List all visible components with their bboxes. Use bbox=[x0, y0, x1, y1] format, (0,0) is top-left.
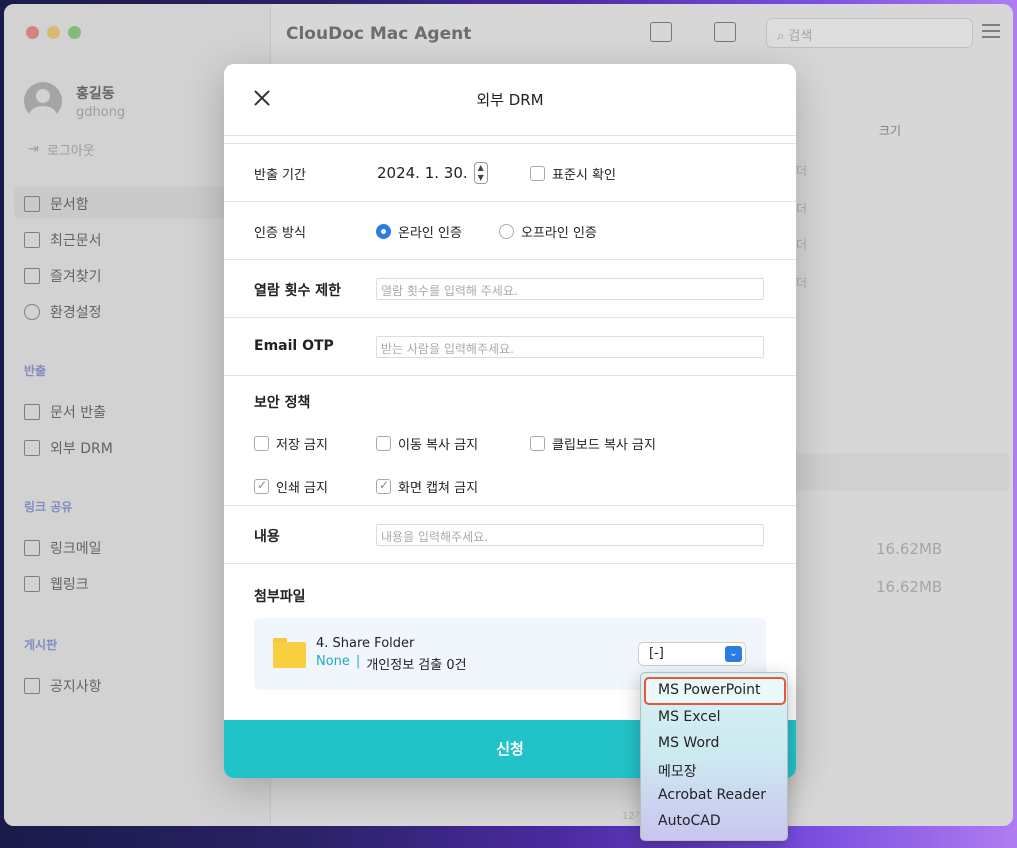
radio-label: 오프라인 인증 bbox=[521, 226, 597, 241]
security-policy-label: 보안 정책 bbox=[254, 395, 311, 411]
checkbox-label: 이동 복사 금지 bbox=[398, 438, 479, 453]
option-ms-word[interactable]: MS Word bbox=[658, 735, 719, 751]
checkbox-label: 저장 금지 bbox=[276, 438, 328, 453]
app-select-dropdown[interactable]: [-] ⌄ bbox=[638, 642, 746, 666]
option-notepad[interactable]: 메모장 bbox=[658, 761, 697, 781]
email-otp-label: Email OTP bbox=[254, 338, 334, 354]
attachment-name: 4. Share Folder bbox=[316, 636, 415, 651]
export-period-label: 반출 기간 bbox=[254, 168, 306, 183]
divider bbox=[224, 136, 796, 144]
chevron-down-icon: ⌄ bbox=[725, 646, 742, 662]
detect-text: 개인정보 검출 0건 bbox=[366, 658, 467, 673]
auth-online-radio[interactable]: 온라인 인증 bbox=[376, 222, 462, 241]
content-input[interactable]: 내용을 입력해주세요. bbox=[376, 524, 764, 546]
checkbox-label: 표준시 확인 bbox=[552, 168, 616, 183]
policy-no-print-checkbox[interactable]: 인쇄 금지 bbox=[254, 477, 328, 496]
external-drm-dialog: 외부 DRM 반출 기간 2024. 1. 30. ▲ ▼ 표준시 확인 인증 방… bbox=[224, 64, 796, 778]
view-limit-row: 열람 횟수 제한 열람 횟수를 입력해 주세요. bbox=[224, 260, 796, 318]
select-value: [-] bbox=[649, 646, 664, 661]
date-stepper[interactable]: ▲ ▼ bbox=[473, 162, 488, 184]
option-autocad[interactable]: AutoCAD bbox=[658, 813, 721, 829]
checkbox-label: 클립보드 복사 금지 bbox=[552, 438, 656, 453]
export-period-date-picker[interactable]: 2024. 1. 30. ▲ ▼ bbox=[377, 162, 488, 184]
dialog-header: 외부 DRM bbox=[224, 64, 796, 136]
date-value: 2024. 1. 30. bbox=[377, 164, 468, 182]
policy-no-clipboard-checkbox[interactable]: 클립보드 복사 금지 bbox=[530, 434, 656, 453]
email-otp-row: Email OTP 받는 사람을 입력해주세요. bbox=[224, 318, 796, 376]
checkbox-label: 화면 캡쳐 금지 bbox=[398, 481, 479, 496]
security-policy-section: 보안 정책 저장 금지 이동 복사 금지 클립보드 복사 금지 인쇄 금지 화면… bbox=[224, 376, 796, 506]
view-limit-input[interactable]: 열람 횟수를 입력해 주세요. bbox=[376, 278, 764, 300]
attachment-label: 첨부파일 bbox=[254, 589, 306, 605]
dialog-title: 외부 DRM bbox=[476, 91, 544, 109]
option-ms-excel[interactable]: MS Excel bbox=[658, 709, 721, 725]
attachment-status: None bbox=[316, 654, 350, 669]
auth-method-row: 인증 방식 온라인 인증 오프라인 인증 bbox=[224, 202, 796, 260]
checkbox-box bbox=[376, 436, 391, 451]
app-select-menu: MS PowerPoint MS Excel MS Word 메모장 Acrob… bbox=[640, 672, 788, 841]
policy-no-capture-checkbox[interactable]: 화면 캡쳐 금지 bbox=[376, 477, 478, 496]
radio-label: 온라인 인증 bbox=[398, 226, 462, 241]
content-row: 내용 내용을 입력해주세요. bbox=[224, 506, 796, 564]
content-label: 내용 bbox=[254, 529, 280, 545]
checkbox-label: 인쇄 금지 bbox=[276, 481, 328, 496]
export-period-row: 반출 기간 2024. 1. 30. ▲ ▼ 표준시 확인 bbox=[224, 144, 796, 202]
checkbox-box bbox=[530, 436, 545, 451]
auth-offline-radio[interactable]: 오프라인 인증 bbox=[499, 222, 597, 241]
policy-no-save-checkbox[interactable]: 저장 금지 bbox=[254, 434, 328, 453]
standard-time-checkbox[interactable]: 표준시 확인 bbox=[530, 164, 616, 183]
policy-no-move-copy-checkbox[interactable]: 이동 복사 금지 bbox=[376, 434, 478, 453]
folder-icon bbox=[273, 638, 306, 668]
radio-unselected bbox=[499, 224, 514, 239]
option-acrobat-reader[interactable]: Acrobat Reader bbox=[658, 787, 766, 803]
checkbox-box-checked bbox=[254, 478, 269, 494]
radio-selected bbox=[376, 224, 391, 239]
option-ms-powerpoint[interactable]: MS PowerPoint bbox=[658, 682, 761, 698]
view-limit-label: 열람 횟수 제한 bbox=[254, 283, 342, 299]
email-otp-input[interactable]: 받는 사람을 입력해주세요. bbox=[376, 336, 764, 358]
attachment-meta: None | 개인정보 검출 0건 bbox=[316, 654, 467, 673]
checkbox-box bbox=[254, 436, 269, 451]
checkbox-box-checked bbox=[376, 478, 391, 494]
separator: | bbox=[355, 654, 361, 669]
auth-method-label: 인증 방식 bbox=[254, 226, 306, 241]
checkbox-box bbox=[530, 166, 545, 181]
